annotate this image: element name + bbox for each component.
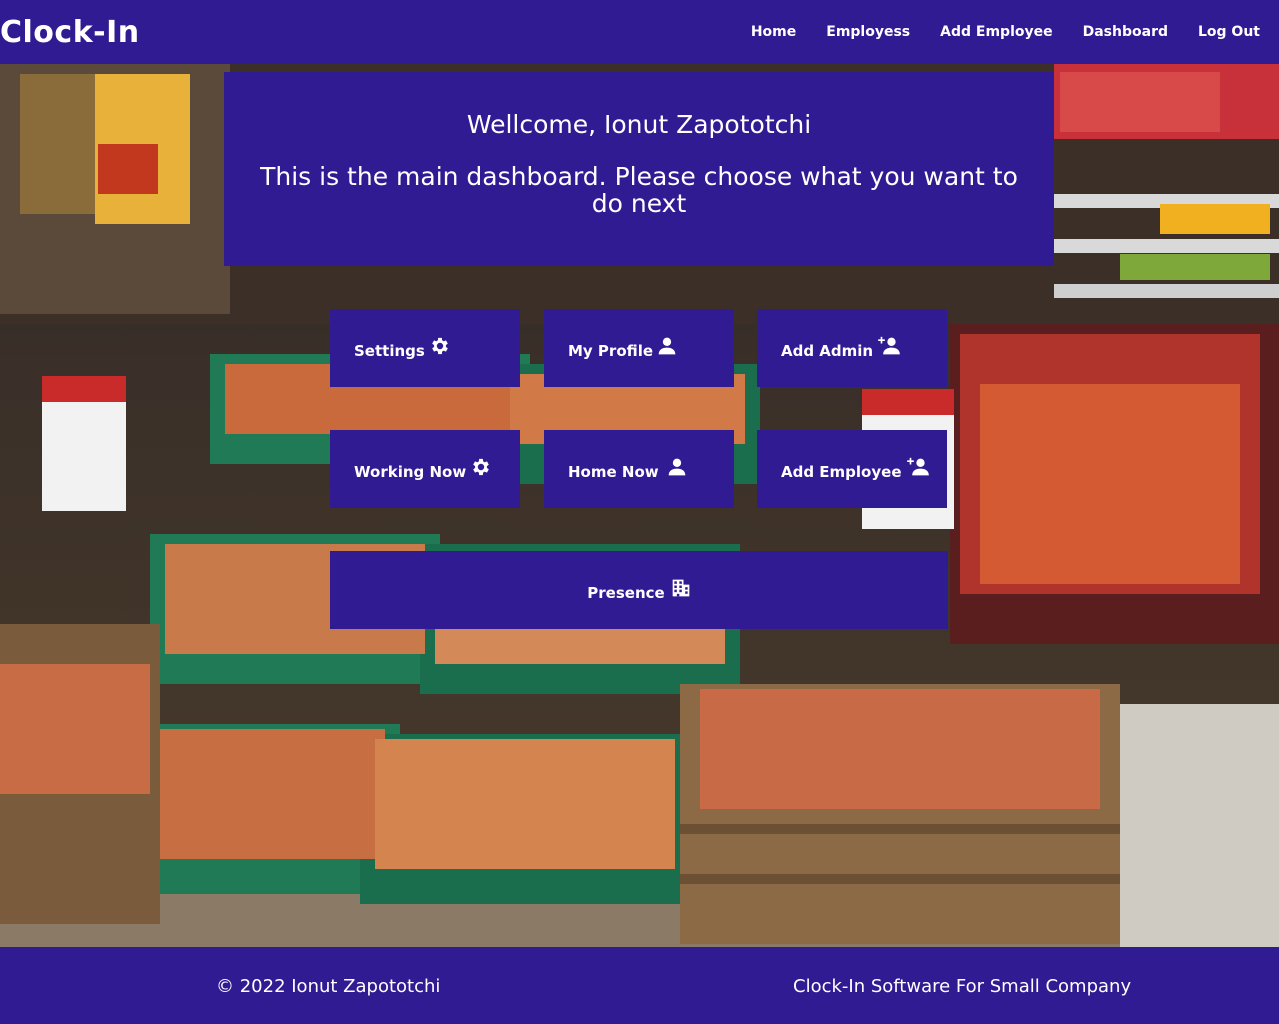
welcome-subtitle: This is the main dashboard. Please choos…	[260, 162, 1018, 218]
nav-link-dashboard[interactable]: Dashboard	[1068, 24, 1183, 40]
welcome-panel: Wellcome, Ionut Zapototchi This is the m…	[224, 72, 1054, 266]
building-icon	[671, 578, 691, 598]
add-admin-label: Add Admin	[781, 342, 874, 360]
brand-logo[interactable]: Clock-In	[0, 15, 140, 50]
nav-link-log-out[interactable]: Log Out	[1183, 24, 1275, 40]
presence-tile[interactable]: Presence	[330, 551, 948, 629]
gear-icon	[470, 456, 492, 478]
gear-icon	[429, 335, 451, 357]
welcome-title: Wellcome, Ionut Zapototchi	[466, 110, 812, 139]
footer-tagline: Clock-In Software For Small Company	[793, 976, 1132, 997]
home-now-label: Home Now	[568, 463, 659, 481]
user-plus-icon	[877, 336, 901, 356]
home-now-tile[interactable]: Home Now	[544, 430, 734, 508]
page-footer: © 2022 Ionut Zapototchi Clock-In Softwar…	[0, 947, 1279, 1024]
nav-links: Home Employess Add Employee Dashboard Lo…	[736, 24, 1279, 40]
top-navbar: Clock-In Home Employess Add Employee Das…	[0, 0, 1279, 64]
user-icon	[667, 457, 687, 477]
settings-tile[interactable]: Settings	[330, 309, 520, 387]
footer-copyright: © 2022 Ionut Zapototchi	[216, 976, 441, 997]
working-now-label: Working Now	[354, 463, 467, 481]
my-profile-label: My Profile	[568, 342, 654, 360]
add-admin-tile[interactable]: Add Admin	[757, 309, 947, 387]
my-profile-tile[interactable]: My Profile	[544, 309, 734, 387]
add-employee-label: Add Employee	[781, 463, 902, 481]
working-now-tile[interactable]: Working Now	[330, 430, 520, 508]
user-icon	[657, 336, 677, 356]
nav-link-home[interactable]: Home	[736, 24, 811, 40]
add-employee-tile[interactable]: Add Employee	[757, 430, 947, 508]
settings-label: Settings	[354, 342, 425, 360]
nav-link-employees[interactable]: Employess	[811, 24, 925, 40]
presence-label: Presence	[587, 584, 665, 602]
user-plus-icon	[906, 457, 930, 477]
nav-link-add-employee[interactable]: Add Employee	[925, 24, 1067, 40]
